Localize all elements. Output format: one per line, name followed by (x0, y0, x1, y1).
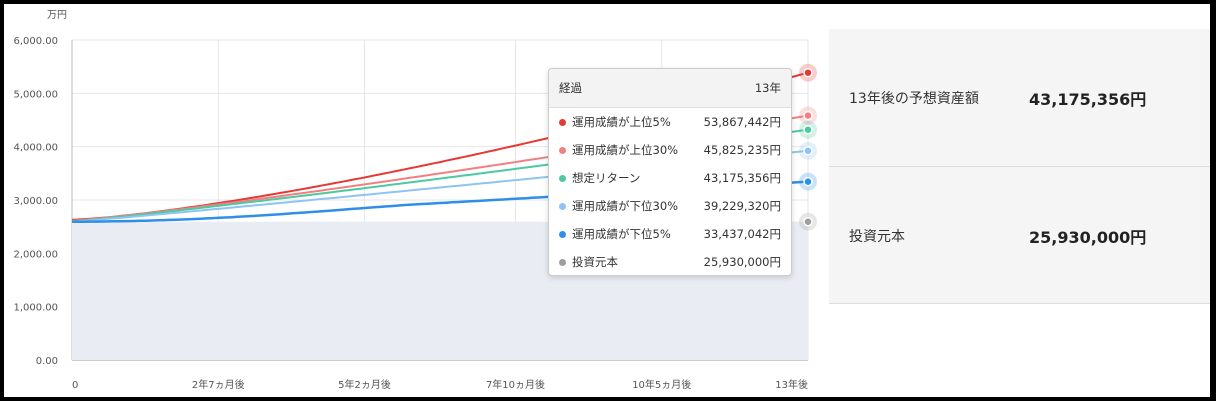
series-end-point (803, 216, 813, 227)
projected-asset-row: 13年後の予想資産額 43,175,356円 (829, 29, 1210, 166)
y-tick-label: 1,000.00 (13, 303, 58, 314)
projected-asset-label: 13年後の予想資産額 (849, 90, 979, 107)
principal-label: 投資元本 (849, 228, 905, 245)
tooltip-row: 運用成績が上位30% 45,825,235円 (549, 136, 791, 164)
tooltip-header: 経過 13年 (549, 69, 791, 108)
tooltip-header-value: 13年 (754, 81, 781, 95)
y-unit-label: 万円 (47, 10, 67, 21)
series-dot-icon (559, 146, 566, 154)
y-tick-label: 3,000.00 (13, 196, 58, 207)
tooltip-row-name: 投資元本 (572, 255, 618, 269)
tooltip-row-name: 運用成績が下位5% (572, 227, 671, 241)
series-dot-icon (559, 258, 566, 266)
y-axis-ticks: 0.00 1,000.00 2,000.00 3,000.00 4,000.00 5,00… (13, 36, 58, 367)
series-end-point (803, 176, 813, 187)
series-dot-icon (559, 230, 566, 238)
tooltip-row: 運用成績が下位5% 33,437,042円 (549, 220, 791, 248)
projected-asset-value: 43,175,356円 (1029, 89, 1147, 109)
y-tick-label: 0.00 (36, 356, 58, 367)
chart-tooltip: 経過 13年 運用成績が上位5% 53,867,442円 運用成績が上位30% … (548, 68, 792, 276)
series-dot-icon (559, 174, 566, 182)
x-tick-label: 5年2ヵ月後 (338, 378, 391, 391)
tooltip-row-value: 45,825,235円 (703, 143, 781, 157)
x-tick-label: 0 (72, 380, 78, 391)
y-tick-label: 6,000.00 (13, 36, 58, 47)
x-axis-ticks: 0 2年7ヵ月後 5年2ヵ月後 7年10ヵ月後 10年5ヵ月後 13年後 (72, 378, 808, 391)
tooltip-row-name: 運用成績が上位30% (572, 143, 679, 157)
tooltip-row-value: 33,437,042円 (703, 227, 781, 241)
tooltip-row: 運用成績が上位5% 53,867,442円 (549, 108, 791, 136)
principal-row: 投資元本 25,930,000円 (829, 167, 1210, 304)
y-tick-label: 2,000.00 (13, 249, 58, 260)
tooltip-row-value: 39,229,320円 (703, 199, 781, 213)
tooltip-row-value: 25,930,000円 (703, 255, 781, 269)
x-tick-label: 7年10ヵ月後 (486, 378, 545, 391)
tooltip-row-name: 運用成績が下位30% (572, 199, 679, 213)
series-end-point (803, 67, 813, 78)
series-end-point (803, 110, 813, 121)
tooltip-row: 運用成績が下位30% 39,229,320円 (549, 192, 791, 220)
series-end-point (803, 124, 813, 135)
chart-frame: 万円 0.00 1,000.00 2,000.00 3,000.00 4,000.00 5… (4, 4, 1210, 397)
tooltip-row-name: 想定リターン (572, 171, 641, 185)
tooltip-row-name: 運用成績が上位5% (572, 115, 671, 129)
y-tick-label: 5,000.00 (13, 89, 58, 100)
summary-panel: 13年後の予想資産額 43,175,356円 投資元本 25,930,000円 (829, 29, 1210, 304)
y-tick-label: 4,000.00 (13, 143, 58, 154)
tooltip-row: 想定リターン 43,175,356円 (549, 164, 791, 192)
tooltip-header-label: 経過 (559, 81, 582, 95)
x-tick-label: 2年7ヵ月後 (192, 378, 245, 391)
tooltip-row-value: 43,175,356円 (703, 171, 781, 185)
principal-value: 25,930,000円 (1029, 227, 1147, 247)
x-tick-label: 10年5ヵ月後 (632, 378, 691, 391)
tooltip-row: 投資元本 25,930,000円 (549, 248, 791, 276)
series-end-point (803, 146, 813, 156)
tooltip-row-value: 53,867,442円 (703, 115, 781, 129)
summary-divider (829, 303, 1210, 304)
x-tick-label: 13年後 (775, 378, 808, 391)
series-dot-icon (559, 202, 566, 210)
series-dot-icon (559, 118, 566, 126)
